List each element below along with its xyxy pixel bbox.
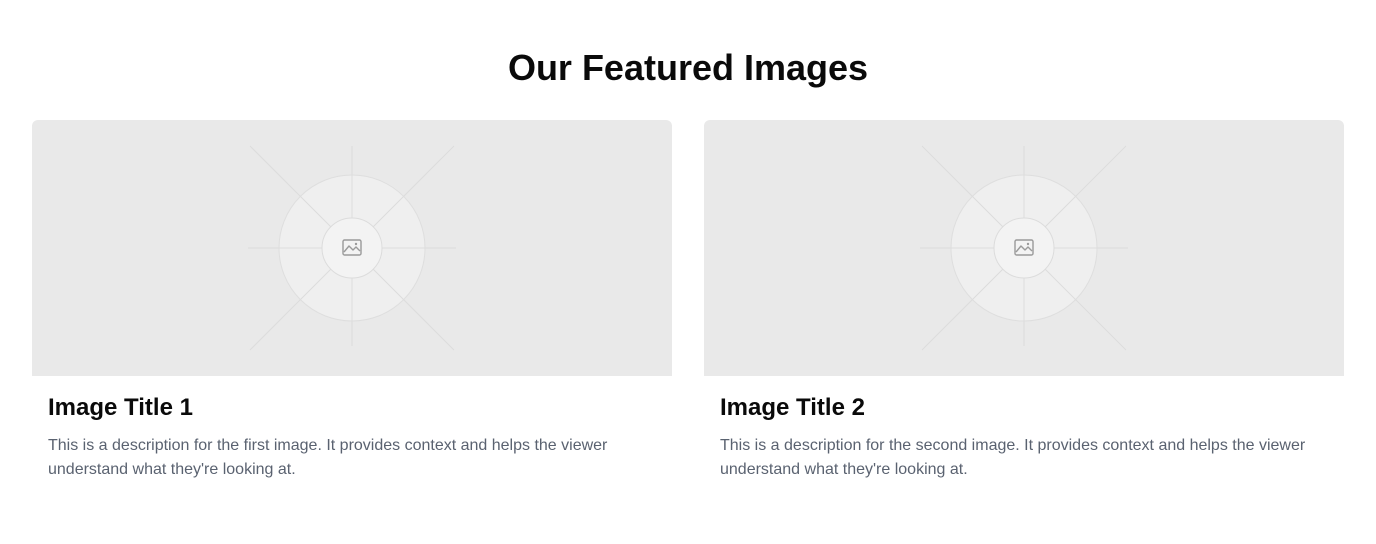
card-title: Image Title 2 xyxy=(720,394,865,421)
card-title: Image Title 1 xyxy=(48,394,193,421)
image-card-1[interactable]: Image Title 1 This is a description for … xyxy=(32,120,672,482)
placeholder-graphic xyxy=(248,145,456,351)
card-body: Image Title 1 This is a description for … xyxy=(32,376,672,482)
card-description: This is a description for the second ima… xyxy=(720,437,1306,478)
featured-images-section: Our Featured Images Image Title 1 This i… xyxy=(0,0,1376,544)
card-grid: Image Title 1 This is a description for … xyxy=(32,120,1344,482)
image-card-2[interactable]: Image Title 2 This is a description for … xyxy=(704,120,1344,482)
image-placeholder xyxy=(704,120,1344,376)
card-body: Image Title 2 This is a description for … xyxy=(704,376,1344,482)
image-placeholder xyxy=(32,120,672,376)
card-description: This is a description for the first imag… xyxy=(48,437,608,478)
section-heading: Our Featured Images xyxy=(507,47,869,88)
placeholder-graphic xyxy=(920,145,1128,351)
